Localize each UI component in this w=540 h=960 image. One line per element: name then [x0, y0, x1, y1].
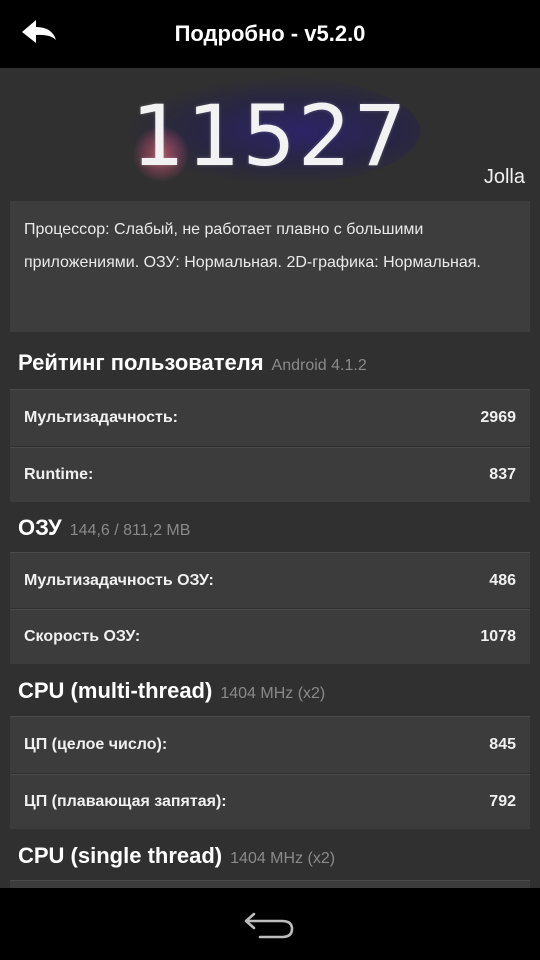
section-title-user-rating: Рейтинг пользователя Android 4.1.2 [18, 350, 367, 376]
navigation-bar [0, 888, 540, 960]
device-name: Jolla [483, 166, 525, 188]
section-title-text: CPU (single thread) [18, 843, 223, 868]
row-value: 792 [489, 793, 516, 810]
row-label: ЦП (целое число): [24, 736, 168, 753]
nav-back-icon[interactable] [242, 910, 298, 940]
row-value: 845 [489, 736, 516, 753]
section-subtitle: 144,6 / 811,2 MB [69, 522, 191, 539]
section-subtitle: Android 4.1.2 [271, 357, 367, 374]
section-title-cpu-multi: CPU (multi-thread) 1404 MHz (x2) [18, 678, 325, 704]
row-value: 1078 [480, 628, 516, 645]
total-score: 11527 [131, 87, 409, 185]
row-label: Мультизадачность ОЗУ: [24, 572, 214, 589]
description-text: Процессор: Слабый, не работает плавно с … [24, 221, 481, 271]
details-content[interactable]: 11527 Jolla Процессор: Слабый, не работа… [0, 68, 540, 888]
page-title: Подробно - v5.2.0 [174, 21, 366, 46]
list-item[interactable]: Мультизадачность ОЗУ: 486 [10, 552, 530, 608]
section-title-ram: ОЗУ 144,6 / 811,2 MB [18, 515, 190, 541]
row-value: 486 [489, 572, 516, 589]
app-bar: Подробно - v5.2.0 [0, 0, 540, 68]
section-title-cpu-single: CPU (single thread) 1404 MHz (x2) [18, 843, 335, 869]
list-item[interactable]: ЦП (плавающая запятая): 792 [10, 774, 530, 829]
section-title-text: ОЗУ [18, 515, 62, 540]
list-item[interactable]: Мультизадачность: 2969 [10, 389, 530, 446]
row-label: Мультизадачность: [24, 409, 178, 426]
section-subtitle: 1404 MHz (x2) [230, 850, 336, 867]
description-box: Процессор: Слабый, не работает плавно с … [10, 201, 530, 332]
score-panel: 11527 Jolla [0, 68, 540, 198]
row-value: 2969 [480, 409, 516, 426]
list-item[interactable] [10, 880, 530, 888]
list-item[interactable]: Скорость ОЗУ: 1078 [10, 609, 530, 664]
list-item[interactable]: ЦП (целое число): 845 [10, 716, 530, 773]
row-label: ЦП (плавающая запятая): [24, 793, 227, 810]
row-label: Runtime: [24, 466, 94, 483]
row-value: 837 [489, 466, 516, 483]
row-label: Скорость ОЗУ: [24, 628, 141, 645]
section-subtitle: 1404 MHz (x2) [220, 685, 326, 702]
section-title-text: CPU (multi-thread) [18, 678, 213, 703]
list-item[interactable]: Runtime: 837 [10, 447, 530, 502]
section-title-text: Рейтинг пользователя [18, 350, 264, 375]
